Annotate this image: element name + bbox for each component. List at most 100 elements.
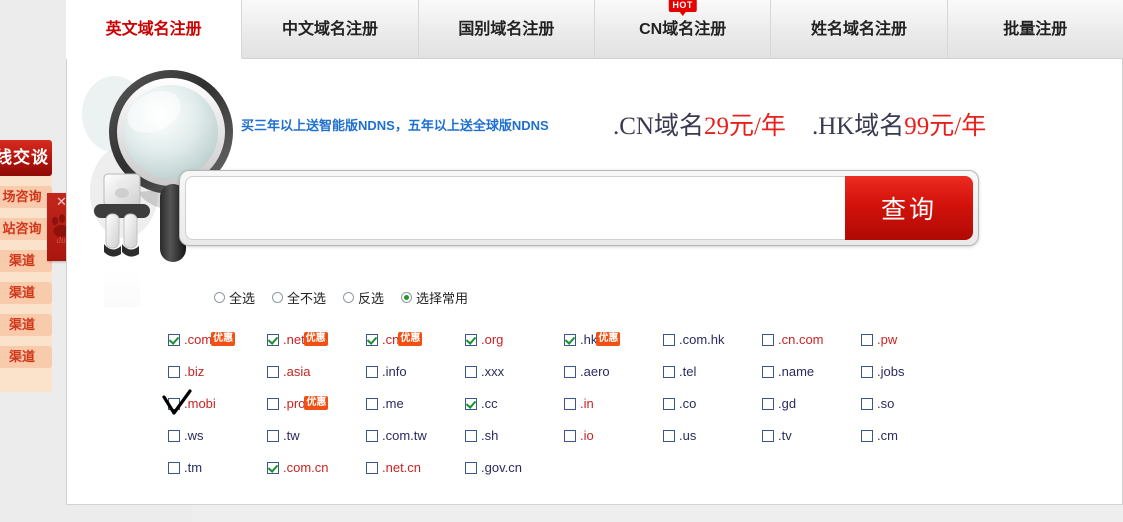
- checkbox-icon[interactable]: [366, 430, 378, 442]
- list-item[interactable]: 渠道: [0, 346, 52, 368]
- checkbox-icon[interactable]: [267, 430, 279, 442]
- suffix-checkbox-mobi[interactable]: .mobi: [168, 396, 267, 411]
- suffix-checkbox-tw[interactable]: .tw: [267, 428, 366, 443]
- checkbox-icon[interactable]: [663, 334, 675, 346]
- radio-select-none[interactable]: 全不选: [272, 288, 326, 307]
- suffix-checkbox-comcn[interactable]: .com.cn: [267, 460, 366, 475]
- checkbox-icon[interactable]: [168, 366, 180, 378]
- checkbox-icon[interactable]: [861, 430, 873, 442]
- checkbox-icon[interactable]: [267, 366, 279, 378]
- suffix-checkbox-gd[interactable]: .gd: [762, 396, 861, 411]
- suffix-checkbox-tv[interactable]: .tv: [762, 428, 861, 443]
- checkbox-icon[interactable]: [564, 366, 576, 378]
- suffix-checkbox-comhk[interactable]: .com.hk: [663, 332, 762, 347]
- radio-icon-selected[interactable]: [401, 292, 413, 303]
- checkbox-icon[interactable]: [366, 366, 378, 378]
- suffix-checkbox-aero[interactable]: .aero: [564, 364, 663, 379]
- radio-label: 选择常用: [416, 291, 469, 306]
- suffix-label: .name: [778, 364, 815, 379]
- radio-select-all[interactable]: 全选: [214, 288, 255, 307]
- radio-icon[interactable]: [343, 292, 355, 303]
- checkbox-icon[interactable]: [267, 398, 279, 410]
- suffix-checkbox-so[interactable]: .so: [861, 396, 960, 411]
- list-item[interactable]: 渠道: [0, 250, 52, 272]
- suffix-checkbox-in[interactable]: .in: [564, 396, 663, 411]
- suffix-checkbox-asia[interactable]: .asia: [267, 364, 366, 379]
- checkbox-icon[interactable]: [762, 398, 774, 410]
- suffix-checkbox-me[interactable]: .me: [366, 396, 465, 411]
- suffix-checkbox-sh[interactable]: .sh: [465, 428, 564, 443]
- checkbox-icon-checked[interactable]: [267, 334, 279, 346]
- tab-english-domain[interactable]: 英文域名注册: [66, 0, 243, 59]
- radio-icon[interactable]: [214, 292, 225, 303]
- suffix-row: .mobi .pro 优惠 .me .cc .in .co .gd .so: [168, 396, 968, 428]
- suffix-checkbox-biz[interactable]: .biz: [168, 364, 267, 379]
- checkbox-icon[interactable]: [366, 398, 378, 410]
- suffix-checkbox-hk[interactable]: .hk 优惠: [564, 332, 663, 347]
- checkbox-icon-checked[interactable]: [465, 334, 477, 346]
- online-chat-list: 场咨询 站咨询 渠道 渠道 渠道 渠道: [0, 176, 52, 392]
- list-item[interactable]: 渠道: [0, 282, 52, 304]
- suffix-checkbox-cm[interactable]: .cm: [861, 428, 960, 443]
- search-button[interactable]: 查询: [845, 176, 973, 240]
- checkbox-icon-checked[interactable]: [564, 334, 576, 346]
- checkbox-icon[interactable]: [465, 366, 477, 378]
- checkbox-icon[interactable]: [564, 430, 576, 442]
- suffix-checkbox-cncom[interactable]: .cn.com: [762, 332, 861, 347]
- suffix-checkbox-xxx[interactable]: .xxx: [465, 364, 564, 379]
- checkbox-icon[interactable]: [465, 430, 477, 442]
- checkbox-icon[interactable]: [861, 366, 873, 378]
- suffix-checkbox-com[interactable]: .com 优惠: [168, 332, 267, 347]
- tab-name-domain[interactable]: 姓名域名注册: [771, 0, 948, 59]
- checkbox-icon[interactable]: [663, 366, 675, 378]
- suffix-checkbox-netcn[interactable]: .net.cn: [366, 460, 465, 475]
- suffix-label: .pw: [877, 332, 898, 347]
- checkbox-icon[interactable]: [861, 398, 873, 410]
- checkbox-icon-checked[interactable]: [168, 334, 180, 346]
- suffix-checkbox-cc[interactable]: .cc: [465, 396, 564, 411]
- suffix-checkbox-tm[interactable]: .tm: [168, 460, 267, 475]
- suffix-checkbox-govcn[interactable]: .gov.cn: [465, 460, 564, 475]
- checkbox-icon-checked[interactable]: [465, 398, 477, 410]
- checkbox-icon[interactable]: [861, 334, 873, 346]
- checkbox-icon[interactable]: [762, 366, 774, 378]
- checkbox-icon[interactable]: [564, 398, 576, 410]
- suffix-checkbox-us[interactable]: .us: [663, 428, 762, 443]
- checkbox-icon[interactable]: [168, 398, 180, 410]
- suffix-checkbox-comtw[interactable]: .com.tw: [366, 428, 465, 443]
- tab-chinese-domain[interactable]: 中文域名注册: [242, 0, 419, 59]
- checkbox-icon[interactable]: [168, 430, 180, 442]
- checkbox-icon[interactable]: [762, 430, 774, 442]
- suffix-checkbox-pw[interactable]: .pw: [861, 332, 960, 347]
- suffix-checkbox-cn[interactable]: .cn 优惠: [366, 332, 465, 347]
- suffix-checkbox-io[interactable]: .io: [564, 428, 663, 443]
- checkbox-icon[interactable]: [663, 430, 675, 442]
- checkbox-icon[interactable]: [762, 334, 774, 346]
- tab-country-domain[interactable]: 国别域名注册: [418, 0, 595, 59]
- search-input[interactable]: [185, 176, 845, 240]
- suffix-checkbox-co[interactable]: .co: [663, 396, 762, 411]
- checkbox-icon[interactable]: [465, 462, 477, 474]
- suffix-checkbox-name[interactable]: .name: [762, 364, 861, 379]
- suffix-checkbox-org[interactable]: .org: [465, 332, 564, 347]
- radio-select-common[interactable]: 选择常用: [401, 288, 468, 307]
- suffix-checkbox-tel[interactable]: .tel: [663, 364, 762, 379]
- suffix-checkbox-pro[interactable]: .pro 优惠: [267, 396, 366, 411]
- hot-badge: HOT: [668, 0, 697, 16]
- checkbox-icon[interactable]: [366, 462, 378, 474]
- suffix-checkbox-jobs[interactable]: .jobs: [861, 364, 960, 379]
- tab-bulk-register[interactable]: 批量注册: [947, 0, 1123, 59]
- suffix-checkbox-net[interactable]: .net 优惠: [267, 332, 366, 347]
- checkbox-icon-checked[interactable]: [267, 462, 279, 474]
- radio-icon[interactable]: [272, 292, 284, 303]
- suffix-checkbox-ws[interactable]: .ws: [168, 428, 267, 443]
- list-item[interactable]: 场咨询: [0, 186, 52, 208]
- suffix-checkbox-info[interactable]: .info: [366, 364, 465, 379]
- list-item[interactable]: 渠道: [0, 314, 52, 336]
- list-item[interactable]: 站咨询: [0, 218, 52, 240]
- checkbox-icon-checked[interactable]: [366, 334, 378, 346]
- checkbox-icon[interactable]: [663, 398, 675, 410]
- checkbox-icon[interactable]: [168, 462, 180, 474]
- radio-invert-selection[interactable]: 反选: [343, 288, 384, 307]
- tab-cn-domain[interactable]: HOT CN域名注册: [594, 0, 772, 59]
